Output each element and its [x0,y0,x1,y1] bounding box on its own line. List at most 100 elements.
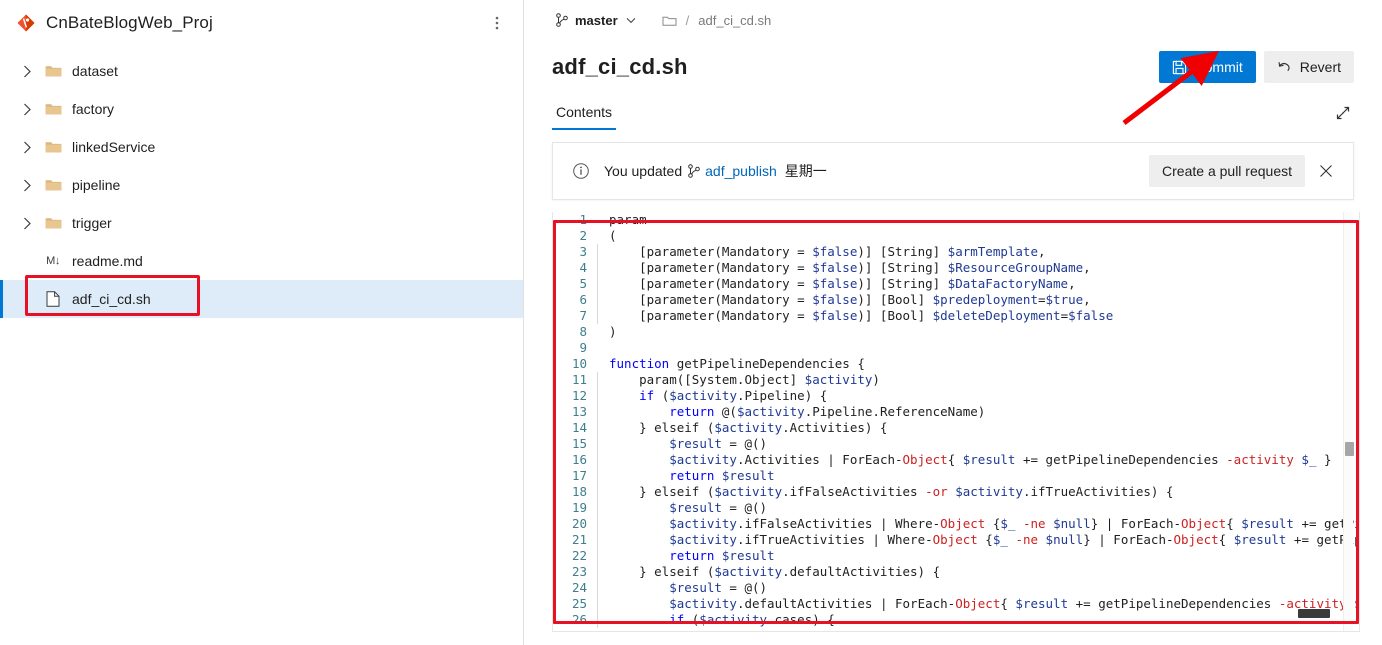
line-number: 15 [571,436,587,451]
code-text: [parameter(Mandatory = $false)] [String]… [609,244,1046,259]
commit-button[interactable]: Commit [1158,51,1256,83]
line-number: 18 [571,484,587,499]
code-line: 12 if ($activity.Pipeline) { [553,388,1359,404]
folder-icon [44,62,62,80]
line-number: 20 [571,516,587,531]
breadcrumb: master / adf_ci_cd.sh [524,0,1382,40]
code-line: 1 param [553,212,1359,228]
close-icon[interactable] [1311,156,1341,186]
tree-item-adf-ci-cd-sh[interactable]: adf_ci_cd.sh [0,280,523,318]
code-line: 13 return @($activity.Pipeline.Reference… [553,404,1359,420]
code-line: 5 [parameter(Mandatory = $false)] [Strin… [553,276,1359,292]
tree-item-dataset[interactable]: dataset [0,52,523,90]
folder-icon [44,214,62,232]
code-text: $result = @() [669,500,768,515]
line-number: 8 [579,324,587,339]
code-text: if ($activity.cases) { [669,612,835,627]
repo-file-editor-page: CnBateBlogWeb_Proj dataset factory linkedS… [0,0,1382,645]
tree-item-label: readme.md [72,253,143,269]
code-line: 23 } elseif ($activity.defaultActivities… [553,564,1359,580]
line-number: 26 [571,612,587,627]
more-vertical-icon[interactable] [485,11,509,35]
code-text: $result = @() [669,436,768,451]
tree-item-linkedservice[interactable]: linkedService [0,128,523,166]
code-text: $activity.Activities | ForEach-Object{ $… [669,452,1332,467]
repo-file-tree-sidebar: CnBateBlogWeb_Proj dataset factory linkedS… [0,0,524,645]
code-line: 6 [parameter(Mandatory = $false)] [Bool]… [553,292,1359,308]
code-text: [parameter(Mandatory = $false)] [String]… [609,260,1091,275]
repo-header: CnBateBlogWeb_Proj [0,0,523,46]
chevron-right-icon[interactable] [18,176,36,194]
folder-icon [44,100,62,118]
branch-link-adf-publish[interactable]: adf_publish [705,163,777,179]
code-line: 9 [553,340,1359,356]
tree-item-readme-md[interactable]: M↓ readme.md [0,242,523,280]
branch-icon [688,164,700,178]
line-number: 6 [579,292,587,307]
breadcrumb-separator: / [685,12,690,28]
line-number: 13 [571,404,587,419]
code-text: param([System.Object] $activity) [609,372,880,387]
code-horizontal-scrollbar-thumb[interactable] [1298,609,1330,618]
line-number: 23 [571,564,587,579]
code-line: 22 return $result [553,548,1359,564]
chevron-right-icon[interactable] [18,214,36,232]
chevron-right-icon[interactable] [18,62,36,80]
code-line: 2( [553,228,1359,244]
code-viewer[interactable]: 1 param 2(3 [parameter(Mandatory = $false)… [552,212,1360,632]
code-line: 10 function getPipelineDependencies { [553,356,1359,372]
line-number: 9 [579,340,587,355]
code-line: 4 [parameter(Mandatory = $false)] [Strin… [553,260,1359,276]
code-text: return @($activity.Pipeline.ReferenceNam… [669,404,986,419]
branch-selector[interactable]: master [552,10,640,30]
code-vertical-scrollbar-thumb[interactable] [1345,442,1354,456]
tree-item-label: pipeline [72,177,121,193]
tree-item-label: trigger [72,215,112,231]
line-number: 1 [579,212,587,227]
line-number: 2 [579,228,587,243]
code-text: $activity.ifTrueActivities | Where-Objec… [669,532,1359,547]
revert-button-label: Revert [1299,59,1341,75]
code-vertical-scrollbar[interactable] [1343,212,1354,631]
folder-outline-icon[interactable] [662,14,677,27]
tab-bar: Contents [524,88,1382,130]
revert-button[interactable]: Revert [1263,51,1354,83]
repo-name: CnBateBlogWeb_Proj [46,13,213,32]
tree-item-label: linkedService [72,139,156,155]
code-text: } elseif ($activity.defaultActivities) { [609,564,941,579]
chevron-right-icon[interactable] [18,138,36,156]
code-line: 24 $result = @() [553,580,1359,596]
file-title-row: adf_ci_cd.sh Commit Revert [524,40,1382,88]
tree-item-factory[interactable]: factory [0,90,523,128]
branch-name: master [575,12,618,28]
code-line: 25 $activity.defaultActivities | ForEach… [553,596,1359,612]
tree-item-label: factory [72,101,115,117]
code-line: 3 [parameter(Mandatory = $false)] [Strin… [553,244,1359,260]
tab-contents[interactable]: Contents [552,104,617,130]
breadcrumb-file[interactable]: adf_ci_cd.sh [698,13,771,28]
code-line: 8) [553,324,1359,340]
code-text: [parameter(Mandatory = $false)] [Bool] $… [609,308,1114,323]
code-line: 19 $result = @() [553,500,1359,516]
line-number: 3 [579,244,587,259]
code-line: 20 $activity.ifFalseActivities | Where-O… [553,516,1359,532]
line-number: 10 [571,356,587,371]
file-tree: dataset factory linkedService pipeline trigg… [0,46,523,318]
chevron-right-icon[interactable] [18,100,36,118]
code-text: ) [609,324,617,339]
tree-item-trigger[interactable]: trigger [0,204,523,242]
line-number: 24 [571,580,587,595]
code-text: if ($activity.Pipeline) { [639,388,828,403]
azure-repos-diamond-icon [16,13,36,33]
create-pull-request-label: Create a pull request [1162,163,1292,179]
notification-text: You updated adf_publish 星期一 [604,161,827,181]
code-text: ( [609,228,617,243]
notification-suffix: 星期一 [784,163,827,179]
expand-diagonal-icon[interactable] [1332,102,1354,124]
folder-icon [44,176,62,194]
line-number: 14 [571,420,587,435]
tree-item-pipeline[interactable]: pipeline [0,166,523,204]
line-number: 21 [571,532,587,547]
create-pull-request-button[interactable]: Create a pull request [1149,155,1305,187]
